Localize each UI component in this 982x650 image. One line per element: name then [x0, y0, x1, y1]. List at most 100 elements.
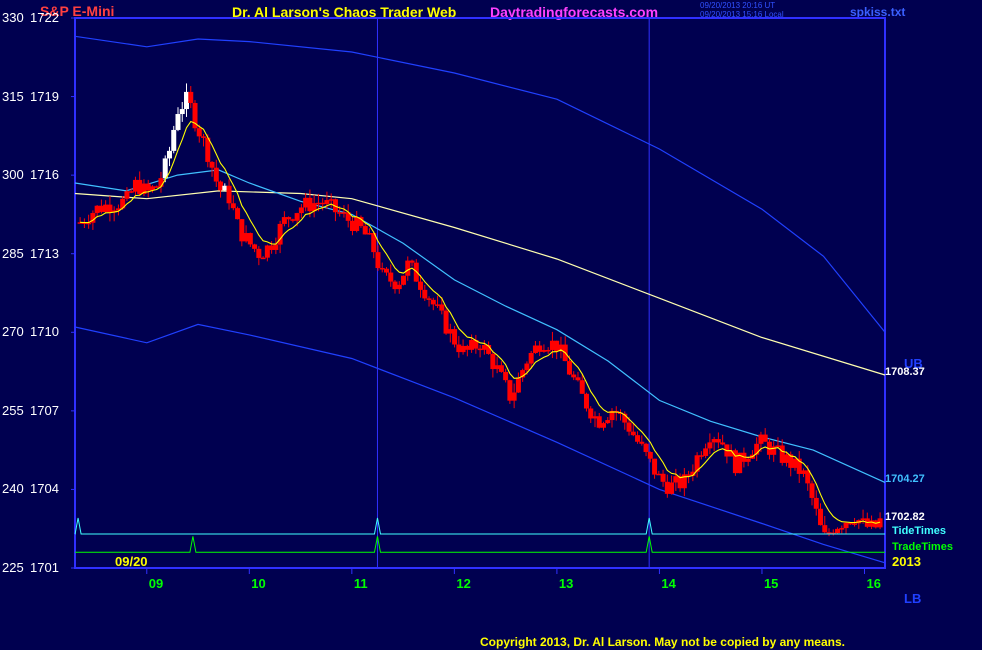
price-bar — [835, 528, 841, 534]
price-bar — [426, 298, 432, 300]
price-bar — [290, 219, 296, 221]
price-bar — [213, 167, 219, 182]
price-bar — [711, 439, 717, 443]
price-bar — [481, 344, 487, 350]
price-bar — [337, 212, 343, 214]
price-bar — [154, 186, 160, 188]
price-bar — [435, 304, 441, 306]
price-bar — [239, 219, 245, 242]
price-bar — [439, 304, 445, 311]
price-bar — [592, 416, 598, 419]
price-bar — [362, 226, 368, 235]
price-bar — [230, 203, 236, 209]
lb-label: LB — [904, 591, 922, 606]
price-bar — [226, 185, 232, 204]
price-bar — [524, 363, 530, 371]
price-bar — [588, 408, 594, 419]
price-bar — [494, 365, 500, 370]
price-bar — [383, 268, 389, 273]
price-bar — [707, 442, 713, 449]
price-bar — [549, 340, 555, 350]
price-bar — [320, 202, 326, 205]
price-bar — [626, 422, 632, 432]
price-bar — [341, 212, 347, 214]
price-bar — [324, 200, 330, 204]
price-bar — [379, 268, 385, 270]
price-bar — [107, 204, 113, 213]
price-bar — [571, 374, 577, 378]
price-bar — [511, 392, 517, 401]
price-bar — [273, 244, 279, 250]
last-price-value: 1702.82 — [885, 511, 925, 523]
fast-ema-line — [80, 120, 881, 524]
price-bar — [298, 207, 304, 214]
price-bar — [579, 380, 585, 394]
price-bar — [537, 345, 543, 352]
price-bar — [660, 473, 666, 482]
price-bar — [783, 454, 789, 463]
overlay-line — [74, 35, 886, 333]
price-bar — [498, 365, 504, 372]
price-bar — [554, 340, 560, 352]
price-bar — [800, 470, 806, 474]
price-bar — [303, 197, 309, 208]
price-bar — [269, 245, 275, 250]
price-bar — [145, 183, 151, 191]
price-bar — [409, 260, 415, 263]
price-bar — [222, 185, 228, 191]
price-bar — [515, 377, 521, 393]
price-bar — [596, 416, 602, 428]
price-bar — [469, 340, 475, 350]
price-bars — [77, 83, 883, 537]
price-bar — [703, 448, 709, 456]
price-bar — [720, 442, 726, 445]
price-bar — [664, 481, 670, 494]
price-bar — [315, 202, 321, 205]
price-bar — [124, 191, 130, 199]
price-bar — [656, 473, 662, 476]
price-bar — [443, 310, 449, 334]
price-bar — [405, 260, 411, 276]
price-bar — [762, 434, 768, 442]
price-bar — [201, 136, 207, 138]
price-bar — [673, 476, 679, 483]
price-bar — [354, 217, 360, 231]
price-bar — [460, 345, 466, 353]
price-bar — [715, 439, 721, 443]
price-bar — [209, 161, 215, 168]
price-bar — [162, 158, 168, 179]
price-bar — [758, 434, 764, 444]
price-bar — [456, 344, 462, 353]
price-bar — [103, 204, 109, 213]
price-bar — [264, 245, 270, 258]
price-bar — [94, 205, 100, 214]
price-bar — [98, 205, 104, 213]
price-bar — [430, 299, 436, 305]
price-bar — [328, 199, 334, 201]
price-bar — [179, 109, 185, 115]
chart-page: S&P E-Mini Dr. Al Larson's Chaos Trader … — [0, 0, 982, 650]
tide-times-line — [74, 517, 885, 535]
price-bar — [630, 431, 636, 436]
price-bar — [839, 528, 845, 530]
price-bar — [698, 455, 704, 457]
price-bar — [256, 248, 262, 258]
price-bar — [507, 380, 513, 401]
price-bar — [243, 233, 249, 242]
price-bar — [792, 458, 798, 468]
price-bar — [477, 348, 483, 351]
price-bar — [643, 443, 649, 452]
price-bar — [175, 114, 181, 130]
price-bar — [869, 520, 875, 527]
price-bar — [532, 345, 538, 353]
price-bar — [528, 352, 534, 364]
copyright-notice: Copyright 2013, Dr. Al Larson. May not b… — [480, 635, 845, 649]
price-bar — [171, 129, 177, 151]
price-bar — [366, 233, 372, 235]
price-bar — [260, 257, 266, 260]
price-bar — [235, 208, 241, 220]
price-bar — [464, 345, 470, 350]
price-bar — [873, 520, 879, 528]
price-bar — [418, 281, 424, 290]
overlay-line — [74, 323, 886, 564]
